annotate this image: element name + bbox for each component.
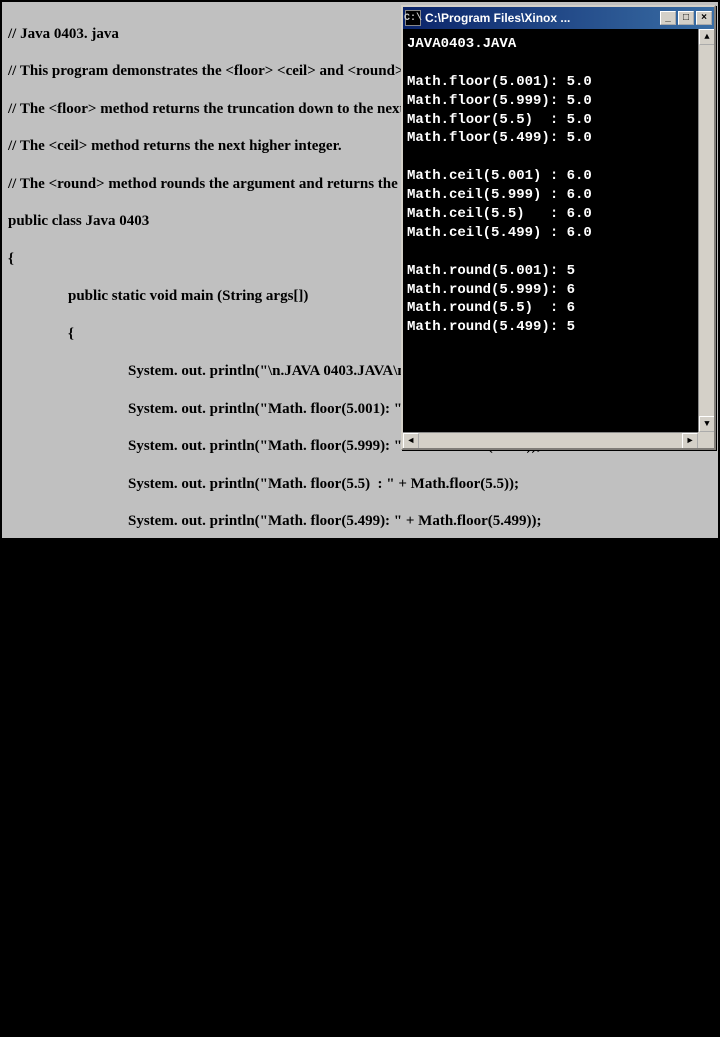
scroll-up-button[interactable]: ▲	[699, 29, 714, 45]
maximize-button[interactable]: □	[678, 11, 694, 25]
code-line: System. out. println("Math. ceil(5.999) …	[128, 625, 712, 644]
scroll-down-button[interactable]: ▼	[699, 416, 714, 432]
code-line: System. out. println();	[128, 550, 712, 569]
console-text: JAVA0403.JAVA Math.floor(5.001): 5.0 Mat…	[407, 35, 710, 337]
console-output-area: JAVA0403.JAVA Math.floor(5.001): 5.0 Mat…	[403, 29, 714, 448]
window-title: C:\Program Files\Xinox ...	[425, 11, 660, 25]
code-line: System. out. println("Math. ceil(5.001) …	[128, 587, 712, 606]
scroll-left-button[interactable]: ◄	[403, 433, 419, 448]
code-line: System. out. println("Math. round(5. 5) …	[128, 850, 712, 869]
code-line: System. out. println("Math. round(5. 001…	[128, 775, 712, 794]
vertical-scrollbar[interactable]: ▲ ▼	[698, 29, 714, 432]
console-window: C:\ C:\Program Files\Xinox ... _ □ × JAV…	[401, 5, 716, 450]
minimize-button[interactable]: _	[660, 11, 676, 25]
code-line: System. out. println();	[128, 925, 712, 944]
horizontal-scrollbar[interactable]: ◄ ►	[403, 432, 698, 448]
code-line: System. out. println();	[128, 737, 712, 756]
brace-line: }	[68, 962, 712, 981]
scroll-right-button[interactable]: ►	[682, 433, 698, 448]
scrollbar-corner	[698, 432, 714, 448]
code-line: System. out. println("Math. round(5. 499…	[128, 887, 712, 906]
code-line: System. out. println("Math. round(5. 999…	[128, 812, 712, 831]
cmd-icon: C:\	[405, 10, 421, 26]
brace-line: }	[8, 1000, 712, 1019]
close-button[interactable]: ×	[696, 11, 712, 25]
code-line: System. out. println("Math. ceil(5.5) : …	[128, 662, 712, 681]
titlebar[interactable]: C:\ C:\Program Files\Xinox ... _ □ ×	[403, 7, 714, 29]
code-line: System. out. println("Math. ceil(5.499) …	[128, 700, 712, 719]
code-line: System. out. println("Math. floor(5.499)…	[128, 512, 712, 531]
code-line: System. out. println("Math. floor(5.5) :…	[128, 475, 712, 494]
